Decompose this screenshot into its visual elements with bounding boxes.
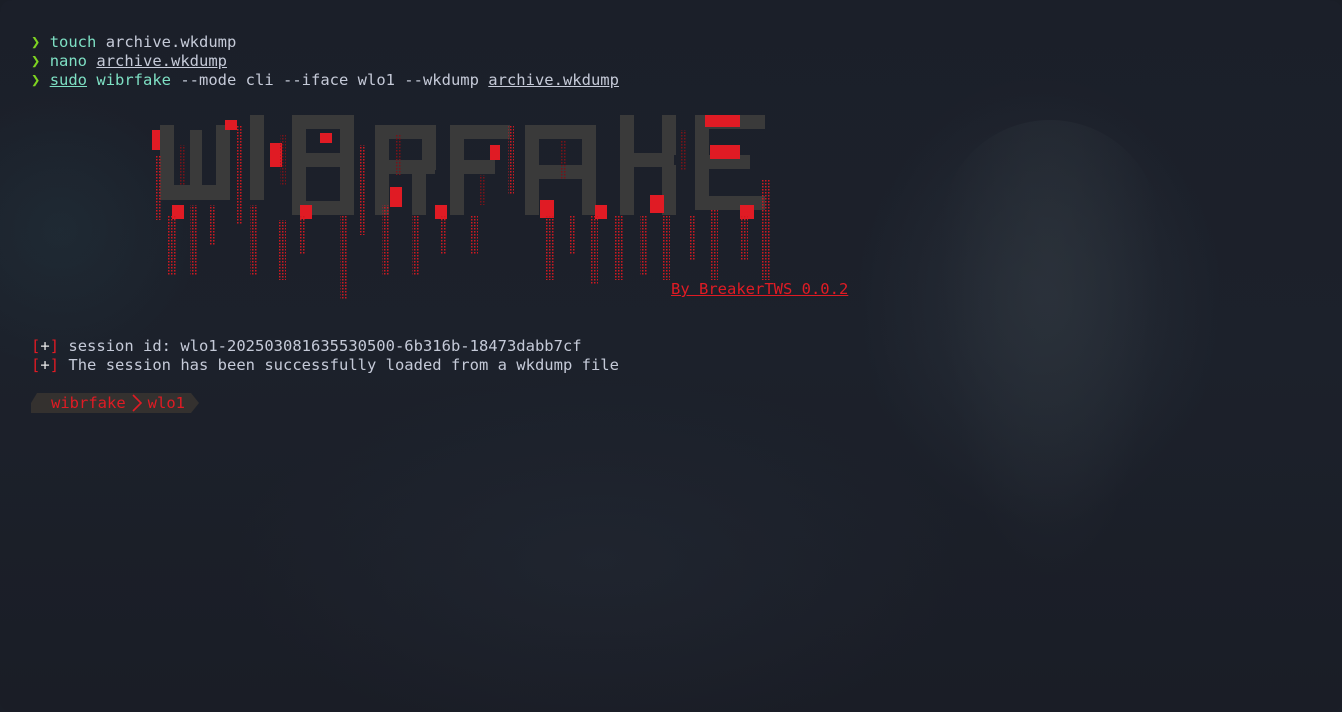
background-hooded-figure xyxy=(940,120,1160,580)
command-name: wibrfake xyxy=(96,71,172,89)
ascii-banner-logo xyxy=(152,115,770,300)
command-history: ❯ touch archive.wkdump ❯ nano archive.wk… xyxy=(31,33,619,90)
prompt-iface-name: wlo1 xyxy=(147,393,185,412)
command-file-arg[interactable]: archive.wkdump xyxy=(488,71,619,89)
terminal-window[interactable]: ❯ touch archive.wkdump ❯ nano archive.wk… xyxy=(0,0,1342,712)
bracket-close: ] xyxy=(49,337,60,355)
session-messages: [+] session id: wlo1-202503081635530500-… xyxy=(31,337,619,375)
prompt-chevron-icon: ❯ xyxy=(31,52,41,70)
command-file-arg[interactable]: archive.wkdump xyxy=(96,52,227,70)
command-args: --mode cli --iface wlo1 --wkdump xyxy=(171,71,489,89)
command-sudo[interactable]: sudo xyxy=(50,71,87,89)
command-args: archive.wkdump xyxy=(96,33,237,51)
bracket-open: [ xyxy=(31,356,41,374)
prompt-app-name: wibrfake xyxy=(51,393,126,412)
session-id-text: session id: wlo1-202503081635530500-6b31… xyxy=(59,337,582,355)
history-line-1: ❯ touch archive.wkdump xyxy=(31,33,619,52)
prompt-segment: wibrfake wlo1 xyxy=(37,393,191,413)
plus-marker: + xyxy=(40,337,50,355)
shell-prompt[interactable]: wibrfake wlo1 xyxy=(31,393,199,413)
session-message: [+] session id: wlo1-202503081635530500-… xyxy=(31,337,619,356)
chevron-right-icon xyxy=(132,394,142,412)
banner-credit-link[interactable]: By BreakerTWS 0.0.2 xyxy=(671,280,848,299)
prompt-segment-end xyxy=(190,393,199,413)
bracket-close: ] xyxy=(49,356,60,374)
prompt-chevron-icon: ❯ xyxy=(31,71,41,89)
prompt-chevron-icon: ❯ xyxy=(31,33,41,51)
command-name: nano xyxy=(49,52,88,70)
command-name: touch xyxy=(49,33,97,51)
session-loaded-text: The session has been successfully loaded… xyxy=(59,356,619,374)
bracket-open: [ xyxy=(31,337,41,355)
plus-marker: + xyxy=(40,356,50,374)
history-line-2: ❯ nano archive.wkdump xyxy=(31,52,619,71)
history-line-3: ❯ sudo wibrfake --mode cli --iface wlo1 … xyxy=(31,71,619,90)
session-message: [+] The session has been successfully lo… xyxy=(31,356,619,375)
